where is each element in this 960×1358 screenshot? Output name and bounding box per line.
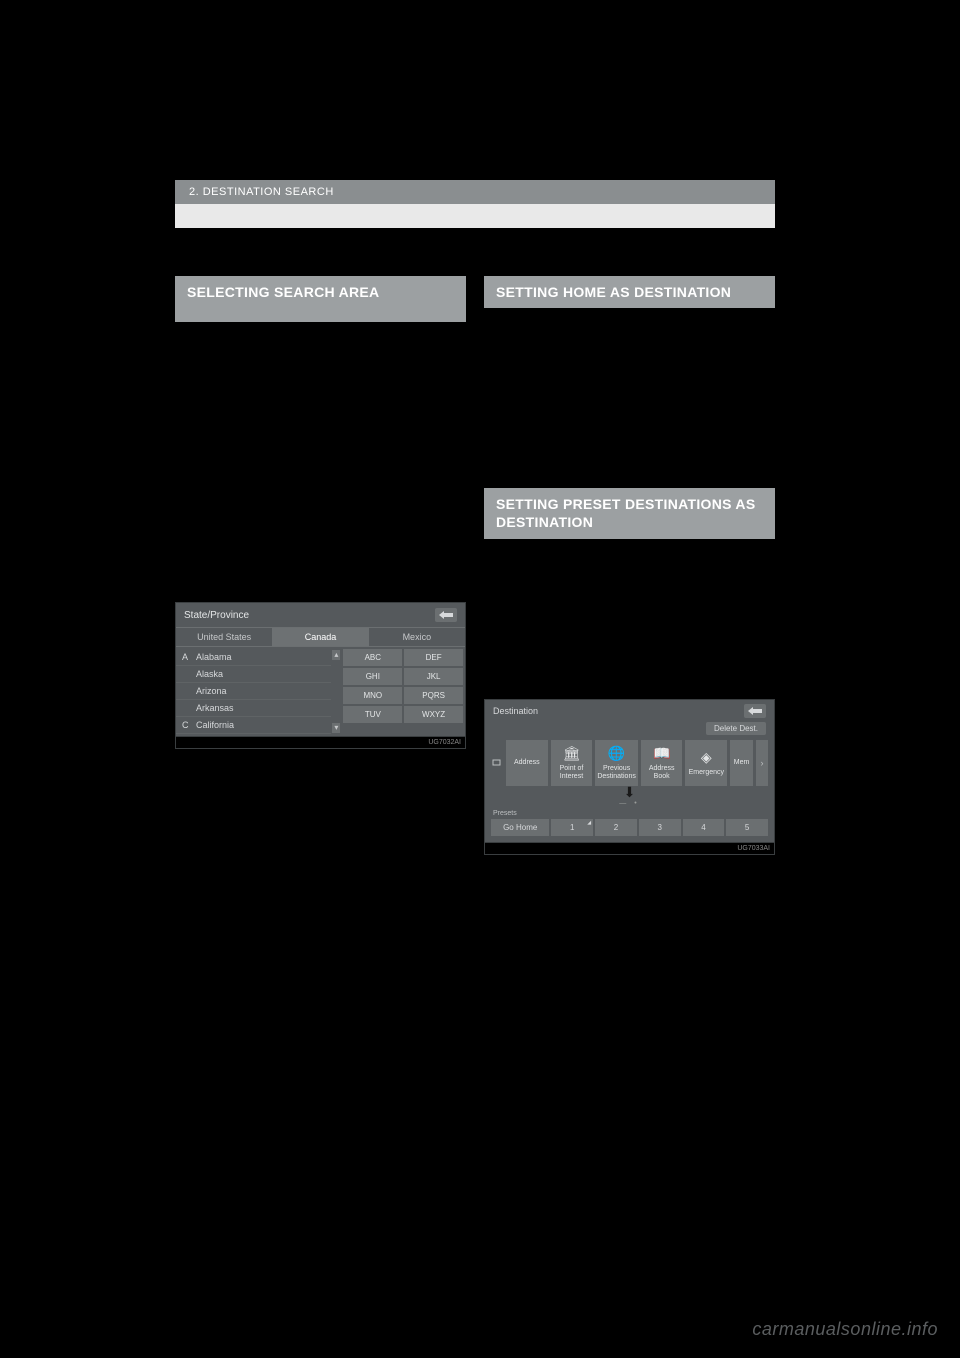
delete-dest-row: Delete Dest. [485,722,774,737]
dest-tiles: Address 🏛 Point of Interest 🌐 Previous D… [485,737,774,789]
breadcrumb: 2. DESTINATION SEARCH [175,180,775,204]
row-letter: A [182,652,196,662]
tile-label: Emergency [689,769,724,777]
page-dots: — • [485,799,774,808]
preset-2[interactable]: 2 [595,819,637,836]
preset-4[interactable]: 4 [683,819,725,836]
bank-icon: 🏛 [563,745,581,762]
back-icon[interactable] [435,608,457,622]
tile-previous[interactable]: 🌐 Previous Destinations [595,740,638,786]
preset-num: 2 [614,823,618,832]
row-name: Arkansas [196,703,234,713]
manual-page: 2. DESTINATION SEARCH SELECTING SEARCH A… [175,180,775,855]
left-column: SELECTING SEARCH AREA State/Province Uni… [175,276,466,855]
screshot-destination: Destination Delete Dest. Address [484,699,775,855]
tab-united-states[interactable]: United States [176,628,272,646]
tiles-prev-icon[interactable] [491,740,503,786]
image-id: UG7033AI [485,842,774,854]
tile-label: Previous Destinations [597,765,636,780]
dest-titlebar: Destination [485,700,774,722]
heading-setting-home: SETTING HOME AS DESTINATION [484,276,775,308]
tile-emergency[interactable]: ◈ Emergency [685,740,727,786]
diamond-icon: ◈ [701,749,712,766]
key-pqrs[interactable]: PQRS [404,687,463,704]
row-name: Alaska [196,669,223,679]
key-tuv[interactable]: TUV [343,706,402,723]
row-letter: C [182,720,196,730]
dest-title-text: Destination [493,706,538,716]
screenshot-state-province: State/Province United States Canada Mexi… [175,602,466,749]
pointer-arrow-icon: ⬇ [485,785,774,799]
list-item[interactable]: Arizona [176,683,331,700]
tile-label: Address Book [643,765,681,780]
preset-num: 3 [657,823,661,832]
sp-body: AAlabama Alaska Arizona Arkansas CCalifo… [176,647,465,736]
key-def[interactable]: DEF [404,649,463,666]
preset-1[interactable]: 1◢ [551,819,593,836]
watermark: carmanualsonline.info [752,1319,938,1340]
spacer [484,308,775,488]
preset-num: 4 [701,823,705,832]
list-item[interactable]: Alaska [176,666,331,683]
preset-5[interactable]: 5 [726,819,768,836]
right-column: SETTING HOME AS DESTINATION SETTING PRES… [484,276,775,855]
heading-selecting-search-area: SELECTING SEARCH AREA [175,276,466,322]
alpha-keypad: ABCDEF GHIJKL MNOPQRS TUVWXYZ [341,647,465,736]
image-id: UG7032AI [176,736,465,748]
key-wxyz[interactable]: WXYZ [404,706,463,723]
sp-title-text: State/Province [184,610,249,621]
delete-dest-button[interactable]: Delete Dest. [706,722,766,735]
tile-label: Address [514,759,540,767]
tile-label: Mem [734,759,750,767]
tiles-next-icon[interactable]: › [756,740,768,786]
go-home-button[interactable]: Go Home [491,819,549,836]
two-column-layout: SELECTING SEARCH AREA State/Province Uni… [175,276,775,855]
tab-mexico[interactable]: Mexico [369,628,465,646]
preset-3[interactable]: 3 [639,819,681,836]
scroll-up-icon[interactable]: ▴ [332,650,340,660]
scroll-down-icon[interactable]: ▾ [332,723,340,733]
heading-setting-preset: SETTING PRESET DESTINATIONS AS DESTINATI… [484,488,775,538]
back-icon[interactable] [744,704,766,718]
preset-num: 5 [745,823,749,832]
key-abc[interactable]: ABC [343,649,402,666]
corner-icon: ◢ [587,820,591,826]
key-ghi[interactable]: GHI [343,668,402,685]
sp-titlebar: State/Province [176,603,465,627]
key-mno[interactable]: MNO [343,687,402,704]
book-icon: 📖 [653,745,670,762]
preset-num: 1 [570,823,574,832]
scrollbar[interactable]: ▴ ▾ [331,647,341,736]
presets-row: Go Home 1◢ 2 3 4 5 [485,817,774,842]
tile-mem[interactable]: Mem [730,740,753,786]
tile-poi[interactable]: 🏛 Point of Interest [551,740,593,786]
subheader-strip [175,204,775,228]
row-name: California [196,720,234,730]
presets-label: Presets [485,808,774,817]
row-name: Arizona [196,686,227,696]
tile-address[interactable]: Address [506,740,548,786]
sp-state-list: AAlabama Alaska Arizona Arkansas CCalifo… [176,647,331,736]
list-item[interactable]: AAlabama [176,649,331,666]
tile-label: Point of Interest [553,765,591,780]
sp-country-tabs: United States Canada Mexico [176,627,465,647]
row-name: Alabama [196,652,232,662]
tile-address-book[interactable]: 📖 Address Book [641,740,683,786]
globe-icon: 🌐 [608,745,625,762]
tab-canada[interactable]: Canada [272,628,368,646]
list-item[interactable]: CCalifornia [176,717,331,734]
key-jkl[interactable]: JKL [404,668,463,685]
list-item[interactable]: Arkansas [176,700,331,717]
